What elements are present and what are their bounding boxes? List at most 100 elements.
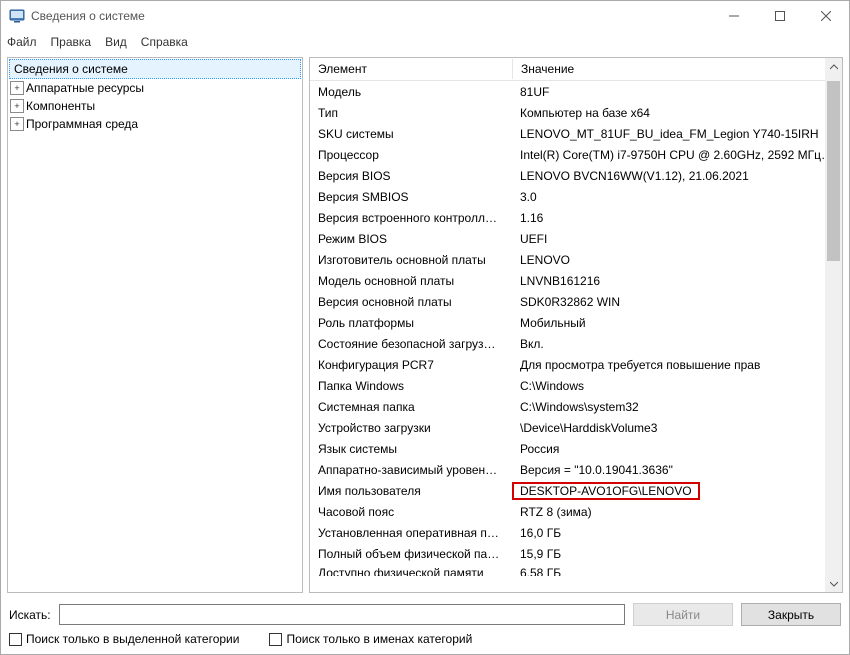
table-row[interactable]: Изготовитель основной платыLENOVO — [310, 249, 842, 270]
property-value: RTZ 8 (зима) — [512, 503, 842, 521]
property-value: 6,58 ГБ — [512, 564, 842, 576]
search-label: Искать: — [9, 608, 51, 622]
property-name: Аппаратно-зависимый уровен… — [310, 461, 512, 479]
property-name: Версия BIOS — [310, 167, 512, 185]
menu-edit[interactable]: Правка — [51, 35, 92, 49]
table-row[interactable]: Системная папкаC:\Windows\system32 — [310, 396, 842, 417]
property-name: Роль платформы — [310, 314, 512, 332]
window-buttons — [711, 1, 849, 31]
property-value: 1.16 — [512, 209, 842, 227]
property-name: Версия встроенного контролл… — [310, 209, 512, 227]
find-button[interactable]: Найти — [633, 603, 733, 626]
detail-body[interactable]: Модель81UFТипКомпьютер на базе x64SKU си… — [310, 81, 842, 592]
table-row[interactable]: Роль платформыМобильный — [310, 312, 842, 333]
table-row[interactable]: Имя пользователяDESKTOP-AVO1OFG\LENOVO — [310, 480, 842, 501]
tree-item-label: Программная среда — [26, 117, 138, 131]
property-value: C:\Windows — [512, 377, 842, 395]
scroll-track[interactable] — [825, 75, 842, 575]
table-row[interactable]: Устройство загрузки\Device\HarddiskVolum… — [310, 417, 842, 438]
table-row[interactable]: Установленная оперативная п…16,0 ГБ — [310, 522, 842, 543]
property-name: Модель основной платы — [310, 272, 512, 290]
expand-icon[interactable]: + — [10, 117, 24, 131]
property-value: 16,0 ГБ — [512, 524, 842, 542]
category-tree[interactable]: Сведения о системе +Аппаратные ресурсы+К… — [7, 57, 303, 593]
table-row[interactable]: SKU системыLENOVO_MT_81UF_BU_idea_FM_Leg… — [310, 123, 842, 144]
table-row[interactable]: Версия SMBIOS3.0 — [310, 186, 842, 207]
window-title: Сведения о системе — [31, 9, 711, 23]
checkbox-box-icon — [9, 633, 22, 646]
menu-view[interactable]: Вид — [105, 35, 127, 49]
maximize-button[interactable] — [757, 1, 803, 31]
property-value: UEFI — [512, 230, 842, 248]
table-row[interactable]: Версия основной платыSDK0R32862 WIN — [310, 291, 842, 312]
property-name: Полный объем физической па… — [310, 545, 512, 563]
table-row[interactable]: Полный объем физической па…15,9 ГБ — [310, 543, 842, 564]
table-row[interactable]: Аппаратно-зависимый уровен…Версия = "10.… — [310, 459, 842, 480]
scroll-thumb[interactable] — [827, 81, 840, 261]
property-name: Режим BIOS — [310, 230, 512, 248]
scroll-up-button[interactable] — [825, 58, 842, 75]
property-value: Версия = "10.0.19041.3636" — [512, 461, 842, 479]
tree-item[interactable]: +Компоненты — [8, 97, 302, 115]
tree-item[interactable]: +Программная среда — [8, 115, 302, 133]
detail-pane: Элемент Значение Модель81UFТипКомпьютер … — [309, 57, 843, 593]
tree-item[interactable]: +Аппаратные ресурсы — [8, 79, 302, 97]
highlight-box: DESKTOP-AVO1OFG\LENOVO — [512, 482, 700, 500]
property-name: Язык системы — [310, 440, 512, 458]
property-value: 15,9 ГБ — [512, 545, 842, 563]
property-name: Состояние безопасной загруз… — [310, 335, 512, 353]
column-header-element[interactable]: Элемент — [310, 59, 513, 79]
property-value: Компьютер на базе x64 — [512, 104, 842, 122]
table-row[interactable]: Язык системыРоссия — [310, 438, 842, 459]
checkbox-label: Поиск только в выделенной категории — [26, 632, 239, 646]
minimize-button[interactable] — [711, 1, 757, 31]
table-row[interactable]: Модель основной платыLNVNB161216 — [310, 270, 842, 291]
property-name: Версия SMBIOS — [310, 188, 512, 206]
content-area: Сведения о системе +Аппаратные ресурсы+К… — [1, 53, 849, 597]
property-name: Системная папка — [310, 398, 512, 416]
property-name: Процессор — [310, 146, 512, 164]
property-name: Версия основной платы — [310, 293, 512, 311]
table-row[interactable]: Версия встроенного контролл…1.16 — [310, 207, 842, 228]
tree-item-label: Аппаратные ресурсы — [26, 81, 144, 95]
property-name: Конфигурация PCR7 — [310, 356, 512, 374]
table-row[interactable]: Модель81UF — [310, 81, 842, 102]
table-row[interactable]: Версия BIOSLENOVO BVCN16WW(V1.12), 21.06… — [310, 165, 842, 186]
tree-item-label: Компоненты — [26, 99, 95, 113]
vertical-scrollbar[interactable] — [825, 58, 842, 592]
property-name: Модель — [310, 83, 512, 101]
checkbox-selected-category[interactable]: Поиск только в выделенной категории — [9, 632, 239, 646]
property-value: Для просмотра требуется повышение прав — [512, 356, 842, 374]
table-row[interactable]: Состояние безопасной загруз…Вкл. — [310, 333, 842, 354]
close-button[interactable] — [803, 1, 849, 31]
property-name: Папка Windows — [310, 377, 512, 395]
column-header-value[interactable]: Значение — [513, 59, 842, 79]
close-search-button[interactable]: Закрыть — [741, 603, 841, 626]
property-name: SKU системы — [310, 125, 512, 143]
scroll-down-button[interactable] — [825, 575, 842, 592]
table-row[interactable]: Доступно физической памяти6,58 ГБ — [310, 564, 842, 576]
table-row[interactable]: Режим BIOSUEFI — [310, 228, 842, 249]
property-name: Устройство загрузки — [310, 419, 512, 437]
table-row[interactable]: Конфигурация PCR7Для просмотра требуется… — [310, 354, 842, 375]
property-value: \Device\HarddiskVolume3 — [512, 419, 842, 437]
checkbox-category-names[interactable]: Поиск только в именах категорий — [269, 632, 472, 646]
menu-file[interactable]: Файл — [7, 35, 37, 49]
property-name: Установленная оперативная п… — [310, 524, 512, 542]
menubar: Файл Правка Вид Справка — [1, 31, 849, 53]
table-row[interactable]: ТипКомпьютер на базе x64 — [310, 102, 842, 123]
property-value: LENOVO BVCN16WW(V1.12), 21.06.2021 — [512, 167, 842, 185]
tree-root[interactable]: Сведения о системе — [9, 59, 301, 79]
table-row[interactable]: Часовой поясRTZ 8 (зима) — [310, 501, 842, 522]
table-row[interactable]: Папка WindowsC:\Windows — [310, 375, 842, 396]
expand-icon[interactable]: + — [10, 99, 24, 113]
search-input[interactable] — [59, 604, 625, 625]
property-name: Изготовитель основной платы — [310, 251, 512, 269]
system-info-window: Сведения о системе Файл Правка Вид Справ… — [0, 0, 850, 655]
property-name: Часовой пояс — [310, 503, 512, 521]
app-icon — [9, 8, 25, 24]
menu-help[interactable]: Справка — [141, 35, 188, 49]
expand-icon[interactable]: + — [10, 81, 24, 95]
property-value: 81UF — [512, 83, 842, 101]
table-row[interactable]: ПроцессорIntel(R) Core(TM) i7-9750H CPU … — [310, 144, 842, 165]
